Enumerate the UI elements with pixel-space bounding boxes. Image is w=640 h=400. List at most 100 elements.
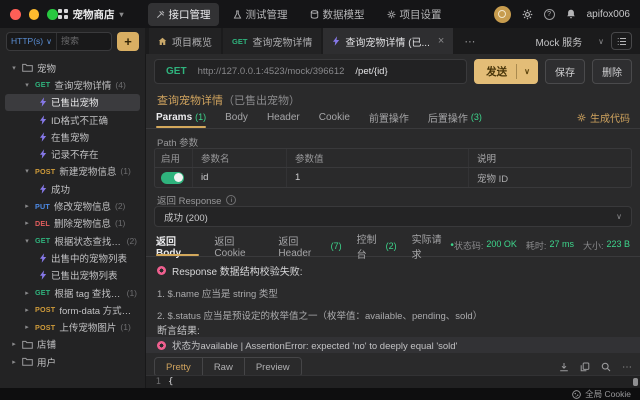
zoom-window-button[interactable]: [47, 9, 58, 20]
method-tag: PUT: [35, 202, 50, 211]
generate-code-button[interactable]: 生成代码: [577, 110, 630, 125]
chevron-down-icon: ∨: [46, 37, 52, 46]
delete-button[interactable]: 删除: [592, 59, 632, 84]
caret-down-icon[interactable]: ▾: [23, 81, 31, 89]
tree-item-count: (1): [127, 288, 137, 298]
caret-down-icon[interactable]: ▾: [23, 237, 31, 245]
view-tab-pretty[interactable]: Pretty: [154, 357, 203, 377]
response-tab[interactable]: 控制台(2): [357, 235, 397, 256]
tree-item[interactable]: ▾POST新建宠物信息(1): [5, 163, 140, 180]
protocol-label: HTTP(s): [11, 36, 43, 46]
environment-selector[interactable]: Mock 服务 ∨: [535, 34, 604, 49]
tree-item[interactable]: ▸DEL删除宠物信息(1): [5, 215, 140, 232]
tree-item[interactable]: 已售出宠物列表: [5, 267, 140, 284]
param-value-cell[interactable]: 1: [287, 168, 469, 187]
response-tab[interactable]: 实际请求•: [412, 235, 454, 256]
gear-icon[interactable]: [522, 9, 533, 20]
request-tab-count: (1): [195, 112, 206, 122]
info-icon[interactable]: i: [226, 195, 236, 205]
tree-item[interactable]: ▸PUT修改宠物信息(2): [5, 197, 140, 214]
request-tab[interactable]: Body: [225, 106, 248, 128]
tree-item[interactable]: 已售出宠物: [5, 94, 140, 111]
tree-item-count: (2): [127, 236, 137, 246]
tree-item[interactable]: ▸POSTform-data 方式更新宠物信...: [5, 301, 140, 318]
view-tab-raw[interactable]: Raw: [202, 357, 245, 377]
tree-item[interactable]: ▸GET根据 tag 查找宠物列表(1): [5, 284, 140, 301]
nav-item-1[interactable]: 接口管理: [148, 3, 219, 26]
project-switcher[interactable]: 宠物商店 ▾: [58, 7, 124, 22]
bell-icon[interactable]: [566, 9, 576, 20]
document-tab[interactable]: 项目概览: [149, 28, 221, 54]
code-content: {: [168, 377, 173, 387]
caret-right-icon[interactable]: ▸: [23, 323, 31, 331]
request-tab[interactable]: Params(1): [156, 106, 206, 128]
nav-item-3[interactable]: 数据模型: [302, 3, 373, 26]
download-icon[interactable]: [559, 362, 569, 372]
tree-item[interactable]: ID格式不正确: [5, 111, 140, 128]
response-tab[interactable]: 返回 Cookie: [214, 235, 263, 256]
tree-item[interactable]: ▸POST上传宠物图片(1): [5, 318, 140, 335]
caret-down-icon[interactable]: ▾: [23, 167, 31, 175]
bolt-icon: [39, 270, 47, 280]
scrollbar-thumb[interactable]: [633, 378, 638, 386]
caret-right-icon[interactable]: ▸: [23, 219, 31, 227]
search-input[interactable]: [57, 36, 111, 46]
tree-item[interactable]: 在售宠物: [5, 128, 140, 145]
layout-toggle-button[interactable]: [611, 32, 632, 50]
close-window-button[interactable]: [10, 9, 21, 20]
request-tab[interactable]: Header: [267, 106, 300, 128]
more-tabs-button[interactable]: ⋯: [455, 35, 484, 48]
toggle-switch[interactable]: [161, 172, 184, 184]
search-icon[interactable]: [601, 362, 611, 372]
avatar[interactable]: [494, 6, 511, 23]
tree-item[interactable]: ▸店铺: [5, 336, 140, 353]
response-case-selector[interactable]: 成功 (200) ∨: [154, 206, 632, 227]
close-icon[interactable]: ×: [438, 35, 444, 47]
username[interactable]: apifox006: [587, 9, 630, 20]
caret-right-icon[interactable]: ▸: [23, 306, 31, 314]
validation-item: 1. $.name 应当是 string 类型: [157, 286, 629, 300]
caret-right-icon[interactable]: ▸: [23, 202, 31, 210]
base-url: http://127.0.0.1:4523/mock/396612: [198, 66, 345, 77]
nav-item-2[interactable]: 测试管理: [225, 3, 296, 26]
folder-icon: [22, 63, 33, 72]
tree-item[interactable]: 记录不存在: [5, 145, 140, 162]
tree-item[interactable]: 出售中的宠物列表: [5, 249, 140, 266]
response-body-editor[interactable]: 1 {: [146, 375, 640, 388]
minimize-window-button[interactable]: [29, 9, 40, 20]
tree-item[interactable]: 成功: [5, 180, 140, 197]
document-tab[interactable]: GET查询宠物详情: [223, 28, 321, 54]
caret-right-icon[interactable]: ▸: [10, 340, 18, 348]
caret-right-icon[interactable]: ▸: [10, 358, 18, 366]
copy-icon[interactable]: [580, 362, 590, 372]
save-button[interactable]: 保存: [545, 59, 585, 84]
document-tab[interactable]: 查询宠物详情 (已...×: [323, 28, 453, 54]
help-icon[interactable]: ?: [544, 9, 555, 20]
url-input[interactable]: GET http://127.0.0.1:4523/mock/396612 /p…: [154, 59, 467, 84]
more-icon[interactable]: ⋯: [622, 362, 632, 373]
tree-item-count: (1): [115, 218, 125, 228]
caret-down-icon[interactable]: ▾: [10, 64, 18, 72]
request-tab[interactable]: 后置操作(3): [428, 106, 482, 128]
table-header-row: 启用参数名参数值说明: [155, 149, 631, 168]
tree-item[interactable]: ▸用户: [5, 353, 140, 370]
response-tab[interactable]: 返回 Header(7): [278, 235, 341, 256]
send-button[interactable]: 发送 ∨: [474, 59, 538, 84]
tree-item[interactable]: ▾宠物: [5, 59, 140, 76]
request-tab[interactable]: Cookie: [319, 106, 350, 128]
global-cookie-button[interactable]: 全局 Cookie: [572, 388, 631, 400]
tree-item-label: form-data 方式更新宠物信...: [59, 303, 137, 317]
caret-right-icon[interactable]: ▸: [23, 289, 31, 297]
response-stats: 状态码:200 OK耗时:27 ms大小:223 B: [454, 239, 630, 252]
param-name-cell[interactable]: id: [193, 168, 287, 187]
protocol-selector[interactable]: HTTP(s) ∨: [7, 33, 57, 50]
request-tab[interactable]: 前置操作: [369, 106, 409, 128]
response-tab[interactable]: 返回 Body: [156, 235, 199, 256]
nav-item-label: 测试管理: [246, 7, 288, 22]
tree-item[interactable]: ▾GET查询宠物详情(4): [5, 76, 140, 93]
nav-item-4[interactable]: 项目设置: [379, 3, 450, 26]
view-tab-preview[interactable]: Preview: [244, 357, 302, 377]
add-button[interactable]: +: [117, 32, 139, 51]
tree-item[interactable]: ▾GET根据状态查找宠物列表(2): [5, 232, 140, 249]
tree-item-label: 上传宠物图片: [59, 320, 116, 334]
